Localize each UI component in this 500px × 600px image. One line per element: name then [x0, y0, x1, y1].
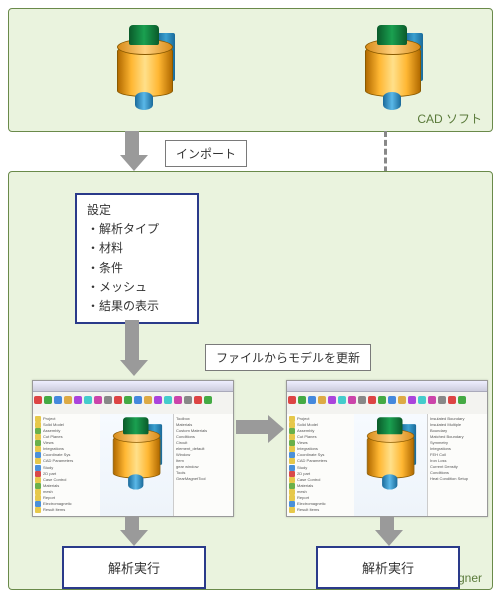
- cad-model-right: [357, 27, 427, 112]
- arrow-app-to-run-right: [375, 516, 399, 546]
- import-label: インポート: [165, 140, 247, 167]
- run-box-right: 解析実行: [316, 546, 460, 589]
- settings-item: ・材料: [87, 239, 187, 258]
- app-toolbar: [287, 392, 487, 415]
- run-box-left: 解析実行: [62, 546, 206, 589]
- cad-panel-title: CAD ソフト: [417, 110, 482, 127]
- app-titlebar: [33, 381, 233, 392]
- update-from-file-label: ファイルからモデルを更新: [205, 344, 371, 371]
- settings-heading: 設定: [87, 201, 187, 220]
- app-titlebar: [287, 381, 487, 392]
- arrow-cad-to-jmag: [120, 131, 144, 171]
- arrow-settings-to-app: [120, 320, 144, 376]
- app-toolbar: [33, 392, 233, 415]
- settings-item: ・解析タイプ: [87, 220, 187, 239]
- settings-item: ・メッシュ: [87, 278, 187, 297]
- arrow-left-to-right-app: [236, 415, 284, 439]
- app-side-left: ToolboxMaterialsCustom MaterialsConditio…: [173, 414, 233, 516]
- app-tree-right: ProjectSolid ModelAssemblyCut PlanesView…: [287, 414, 358, 516]
- app-screenshot-right: ProjectSolid ModelAssemblyCut PlanesView…: [286, 380, 488, 517]
- cad-panel: CAD ソフト: [8, 8, 493, 132]
- app-viewport-left: [100, 414, 177, 516]
- settings-item: ・結果の表示: [87, 297, 187, 316]
- settings-item: ・条件: [87, 259, 187, 278]
- app-side-right: Insulated BoundaryInsulated MultipleBoun…: [427, 414, 487, 516]
- cad-model-left: [109, 27, 179, 112]
- app-tree-left: ProjectSolid ModelAssemblyCut PlanesView…: [33, 414, 104, 516]
- settings-box: 設定 ・解析タイプ ・材料 ・条件 ・メッシュ ・結果の表示: [75, 193, 199, 324]
- arrow-app-to-run-left: [120, 516, 144, 546]
- app-screenshot-left: ProjectSolid ModelAssemblyCut PlanesView…: [32, 380, 234, 517]
- app-viewport-right: [354, 414, 431, 516]
